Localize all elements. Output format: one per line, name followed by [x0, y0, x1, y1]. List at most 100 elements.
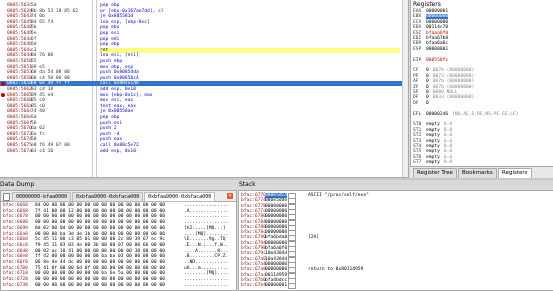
register-row[interactable]: EIP 080558fc [413, 58, 452, 63]
dump-row[interactable]: bfac:6728 00 00 00 00 00 00 00 00 00 00 0… [1, 277, 236, 282]
dump-row[interactable]: bfac:66e8 ff 42 00 00 00 00 00 00 ba ba 0… [1, 254, 236, 259]
disasm-row[interactable]: 0805:564d 8d 76 00 lea esi, [esi] [0, 53, 405, 58]
disasm-row[interactable]: 0805:563c 5d pop ebp [0, 3, 405, 8]
dump-row[interactable]: bfac:66c8 f9 45 11 03 03 4e 00 3b 00 00 0… [1, 243, 236, 248]
register-value[interactable]: 0 [426, 79, 429, 84]
stack-row[interactable]: bfac:679c 10e4384d [239, 251, 553, 258]
disasm-row[interactable]: 0805:5645 8d 65 f4 lea esp, [ebp-0xc] [0, 20, 405, 25]
register-row[interactable]: ESP 00000001 [413, 47, 452, 52]
pane-splitter[interactable] [0, 178, 553, 180]
register-row[interactable]: ST2 empty 0.0 [413, 133, 452, 138]
register-row[interactable]: ST5 empty 0.0 [413, 149, 452, 154]
stack-row[interactable]: bfac:6794 00000000 [239, 240, 553, 247]
register-value[interactable]: 0 [426, 101, 429, 106]
stack-row[interactable]: bfac:6778 00000000 [239, 203, 553, 210]
register-value[interactable]: empty [426, 149, 440, 154]
register-value[interactable]: 00000246 [426, 112, 448, 117]
stack-panel[interactable]: bfac:6770 080e5dc4 ASCII "/proc/self/exe" b… [238, 190, 553, 291]
dump-tab-1[interactable]: 00000000-bfaa0000 [12, 192, 72, 202]
disasm-row[interactable]: 0805:5649 5e pop esi [0, 31, 405, 36]
disasm-row[interactable]: 0805:5662 83 c4 10 add esp, 0x10 [0, 87, 405, 92]
register-value[interactable]: empty [426, 133, 440, 138]
dump-tab-2[interactable]: 0xbfaa9000-0xbfaca000 [72, 192, 144, 202]
register-row[interactable]: OF 0 [413, 101, 433, 106]
disasm-row[interactable]: 0805:563d 8b 8b 53 18 85 62 or [ebx-0x167a… [0, 9, 405, 14]
register-row[interactable] [413, 52, 430, 57]
stack-row[interactable]: bfac:6790 bfa6bda8 [2A] [239, 235, 553, 242]
disasm-row[interactable]: 0805:5665 89 45 e4 mov [ebp-0x1c], eax [0, 93, 405, 98]
disasm-row[interactable]: 0805:567a 83 c4 10 add esp, 0x10 [0, 149, 405, 154]
dump-row[interactable]: bfac:6668 7f 41 00 00 12 00 00 00 00 00 0… [1, 209, 236, 214]
register-value[interactable]: empty [426, 139, 440, 144]
register-row[interactable]: ST3 empty 0.0 [413, 139, 452, 144]
register-row[interactable]: AF 0 007b (00000000) [413, 79, 474, 84]
register-value[interactable]: 0 [426, 95, 429, 100]
register-row[interactable]: ST0 empty 0.0 [413, 122, 452, 127]
stack-row[interactable]: bfac:6780 00000000 [239, 214, 553, 221]
dump-row[interactable]: bfac:6678 00 00 00 00 00 00 00 00 00 00 0… [1, 214, 236, 219]
dump-row[interactable]: bfac:66d8 00 02 ac 10 41 00 00 00 00 00 0… [1, 249, 236, 254]
stack-row[interactable]: bfac:6774 080e5dde [239, 198, 553, 205]
register-row[interactable] [413, 106, 430, 111]
disasm-row[interactable]: 0805:5672 6a fc push -4 [0, 132, 405, 137]
dump-row[interactable]: bfac:66b8 5c 45 11 00 c3 05 01 00 00 00 2… [1, 237, 236, 242]
register-value[interactable]: 00114c70 [426, 25, 448, 30]
register-row[interactable]: CF 0 007b (00000000) [413, 68, 474, 73]
disasm-row[interactable]: 0805:566f 56 push esi [0, 121, 405, 126]
register-row[interactable]: EDX 00114c70 [413, 25, 452, 30]
disasm-row[interactable]: 0805:5650 55 push ebp [0, 59, 405, 64]
disasm-row[interactable]: 0805:564c c3 ret [0, 47, 405, 53]
dump-row[interactable]: bfac:6738 00 00 00 00 00 00 00 00 00 00 0… [1, 283, 236, 288]
disasm-row[interactable]: 0805:5670 6a 02 push 2 [0, 126, 405, 131]
register-value[interactable]: bfaaa6f0 [426, 31, 448, 36]
disasm-row[interactable]: 0805:5668 85 c0 mov esi, eax [0, 98, 405, 103]
register-value[interactable]: 00000000 [426, 14, 449, 20]
data-dump-panel[interactable]: 00000000-bfaa0000 0xbfaa9000-0xbfaca000 … [0, 190, 237, 291]
disasm-scrollbar[interactable] [402, 0, 408, 177]
disasm-row[interactable]: 0805:5675 e8 f6 49 07 00 call 0x80c5e72 [0, 143, 405, 148]
register-row[interactable]: DF 0 0033 (00000000) [413, 95, 474, 100]
disasm-row[interactable]: 0805:566c 74 40 je 0x80558ae [0, 109, 405, 114]
disasm-row[interactable]: 0805:564b 5d pop ebp [0, 42, 405, 47]
dump-home-icon[interactable] [3, 193, 10, 201]
register-value[interactable]: empty [426, 160, 440, 165]
dump-row[interactable]: bfac:6668 8d 00 00 00 00 00 00 00 00 00 0… [1, 203, 236, 208]
disasm-row[interactable]: 0805:565d e8 6e 49 ff ff call 0x804a1d0 [0, 81, 405, 87]
dump-row[interactable]: bfac:6688 00 00 00 00 00 00 00 00 00 00 0… [1, 220, 236, 225]
stack-row[interactable]: bfac:67a8 00000000 return to 0x80114959 [239, 267, 553, 274]
dump-row[interactable]: bfac:6708 75 41 0f 00 00 6d 0f 00 00 00 0… [1, 266, 236, 271]
register-row[interactable]: EBP bfaa6a6c [413, 41, 452, 46]
disasm-row[interactable]: 0805:5651 89 e5 mov ebp, esp [0, 65, 405, 70]
disasm-row[interactable]: 0805:566e 5d pop ebp [0, 115, 405, 120]
disasm-row[interactable]: 0805:5653 68 da 54 08 08 push 0x80854da [0, 70, 405, 75]
register-row[interactable]: ZF 0 007b (00000000) [413, 85, 474, 90]
dump-row[interactable]: bfac:66a8 00 00 00 ba 3d 4e 1b 0b 00 00 0… [1, 232, 236, 237]
dump-row[interactable]: bfac:6718 00 00 00 00 00 00 00 00 ba 6e 5… [1, 271, 236, 276]
dump-row[interactable]: bfac:6698 8d 02 00 0d 00 00 00 00 00 00 0… [1, 226, 236, 231]
register-row[interactable]: ST7 empty 0.0 [413, 160, 452, 165]
disasm-row[interactable]: 0805:5648 5b pop ebx [0, 25, 405, 30]
disasm-row[interactable]: 0805:564a 5f pop edi [0, 37, 405, 42]
register-row[interactable]: EFL 00000246 (NO,AE,E,BE,NS,PE,GE,LE) [413, 112, 519, 117]
breakpoint-icon[interactable] [1, 81, 5, 86]
disasm-row[interactable]: 0805:566a 85 c0 test eax, eax [0, 104, 405, 109]
register-value[interactable]: 0 [426, 85, 429, 90]
stack-row[interactable]: bfac:6784 00000000 [239, 219, 553, 226]
disassembly-view[interactable]: 0805:563c 5d pop ebp 0805:563d 8b 8b 53 18 8… [0, 0, 409, 178]
stack-row[interactable]: bfac:67a0 10a4384d [239, 256, 553, 263]
register-row[interactable]: EBX 00000000 [413, 14, 452, 20]
register-value[interactable]: 080558fc [426, 58, 448, 63]
breakpoint-icon[interactable] [1, 93, 5, 98]
close-tab-icon[interactable]: × [227, 193, 233, 199]
register-value[interactable]: empty [426, 122, 440, 127]
disasm-row[interactable]: 0805:5674 50 push eax [0, 137, 405, 142]
register-row[interactable]: ESI bfaaa6f0 [413, 31, 452, 36]
register-value[interactable]: 00000001 [426, 47, 448, 52]
stack-row[interactable]: bfac:67ac 00114959 [239, 272, 553, 279]
dump-row[interactable]: bfac:66f8 06 8e 4e 44 dc 00 00 00 00 00 0… [1, 260, 236, 265]
register-value[interactable]: bfaa6a6c [426, 41, 448, 46]
disasm-row[interactable]: 0805:5643 74 0b je 0x805581d [0, 14, 405, 19]
stack-row[interactable]: bfac:67b4 00000001 [239, 283, 553, 290]
dump-tab-3[interactable]: 0xbfaa9000-0xbfaca000 [144, 192, 216, 202]
register-value[interactable]: 0 [426, 68, 429, 73]
